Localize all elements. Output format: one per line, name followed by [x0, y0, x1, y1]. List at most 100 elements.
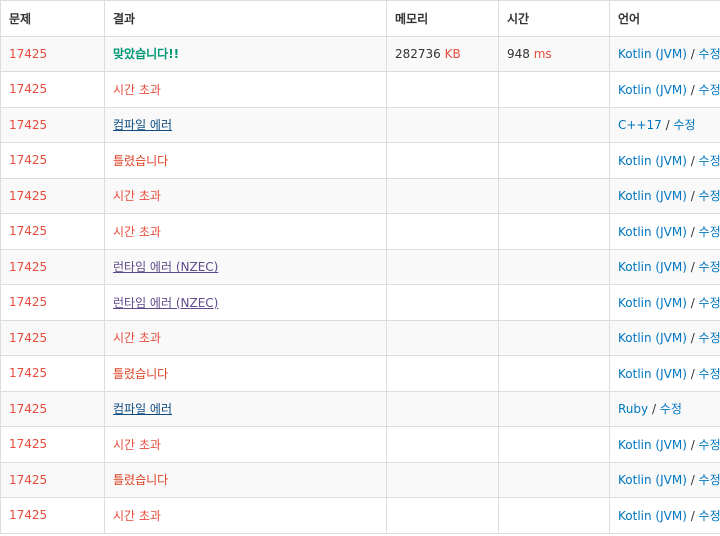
problem-link[interactable]: 17425: [9, 47, 47, 61]
memory-cell: [386, 497, 499, 534]
result-cell: 틀렸습니다: [104, 461, 387, 498]
language-cell: Kotlin (JVM) / 수정: [609, 213, 720, 250]
separator: /: [686, 260, 699, 275]
problem-cell: 17425: [0, 461, 105, 498]
language-cell: Kotlin (JVM) / 수정: [609, 319, 720, 356]
language-link[interactable]: Kotlin (JVM): [618, 225, 687, 239]
table-row: 17425 컴파일 에러 C++17 / 수정: [0, 106, 720, 143]
problem-cell: 17425: [0, 248, 105, 285]
problem-cell: 17425: [0, 319, 105, 356]
result-cell: 시간 초과: [104, 319, 387, 356]
header-language[interactable]: 언어: [609, 0, 720, 37]
problem-cell: 17425: [0, 142, 105, 179]
memory-cell: [386, 142, 499, 179]
header-problem[interactable]: 문제: [0, 0, 105, 37]
header-time[interactable]: 시간: [498, 0, 610, 37]
time-value: 948: [507, 46, 530, 61]
problem-cell: 17425: [0, 106, 105, 143]
table-row: 17425 맞았습니다!! 282736 KB 948 ms Kotlin (JVM) …: [0, 35, 720, 72]
edit-link[interactable]: 수정: [699, 438, 720, 452]
language-link[interactable]: Kotlin (JVM): [618, 509, 687, 523]
result-status[interactable]: 런타임 에러 (NZEC): [113, 296, 218, 310]
problem-link[interactable]: 17425: [9, 224, 47, 238]
language-link[interactable]: C++17: [618, 118, 662, 132]
edit-link[interactable]: 수정: [699, 225, 720, 239]
edit-link[interactable]: 수정: [699, 47, 720, 61]
language-link[interactable]: Kotlin (JVM): [618, 473, 687, 487]
edit-link[interactable]: 수정: [673, 118, 695, 132]
language-link[interactable]: Kotlin (JVM): [618, 83, 687, 97]
separator: /: [686, 153, 699, 168]
edit-link[interactable]: 수정: [699, 154, 720, 168]
memory-value: 282736: [395, 46, 441, 61]
memory-cell: [386, 177, 499, 214]
problem-link[interactable]: 17425: [9, 260, 47, 274]
problem-cell: 17425: [0, 35, 105, 72]
language-link[interactable]: Kotlin (JVM): [618, 296, 687, 310]
edit-link[interactable]: 수정: [699, 473, 720, 487]
problem-link[interactable]: 17425: [9, 295, 47, 309]
edit-link[interactable]: 수정: [699, 83, 720, 97]
memory-cell: 282736 KB: [386, 35, 499, 72]
table-row: 17425 런타임 에러 (NZEC) Kotlin (JVM) / 수정: [0, 248, 720, 285]
problem-cell: 17425: [0, 213, 105, 250]
language-link[interactable]: Kotlin (JVM): [618, 331, 687, 345]
time-cell: [498, 213, 610, 250]
time-cell: [498, 284, 610, 321]
language-link[interactable]: Kotlin (JVM): [618, 154, 687, 168]
header-memory[interactable]: 메모리: [386, 0, 499, 37]
language-link[interactable]: Kotlin (JVM): [618, 438, 687, 452]
submission-table: 문제 결과 메모리 시간 언어 17425 맞았습니다!! 282736 KB 948…: [0, 0, 720, 534]
result-status: 틀렸습니다: [113, 473, 169, 488]
result-cell: 시간 초과: [104, 71, 387, 108]
problem-link[interactable]: 17425: [9, 508, 47, 522]
memory-unit: KB: [444, 46, 461, 61]
result-status[interactable]: 런타임 에러 (NZEC): [113, 260, 218, 274]
language-cell: Kotlin (JVM) / 수정: [609, 71, 720, 108]
problem-link[interactable]: 17425: [9, 473, 47, 487]
memory-cell: [386, 355, 499, 392]
language-link[interactable]: Kotlin (JVM): [618, 189, 687, 203]
result-status: 시간 초과: [113, 189, 161, 204]
table-row: 17425 틀렸습니다 Kotlin (JVM) / 수정: [0, 461, 720, 498]
edit-link[interactable]: 수정: [699, 260, 720, 274]
problem-cell: 17425: [0, 426, 105, 463]
edit-link[interactable]: 수정: [660, 402, 682, 416]
problem-link[interactable]: 17425: [9, 402, 47, 416]
problem-link[interactable]: 17425: [9, 82, 47, 96]
memory-cell: [386, 319, 499, 356]
problem-link[interactable]: 17425: [9, 437, 47, 451]
problem-link[interactable]: 17425: [9, 331, 47, 345]
edit-link[interactable]: 수정: [699, 331, 720, 345]
result-status: 틀렸습니다: [113, 366, 169, 381]
problem-link[interactable]: 17425: [9, 189, 47, 203]
table-row: 17425 틀렸습니다 Kotlin (JVM) / 수정: [0, 355, 720, 392]
result-cell: 컴파일 에러: [104, 106, 387, 143]
separator: /: [686, 331, 699, 346]
memory-cell: [386, 390, 499, 427]
edit-link[interactable]: 수정: [699, 189, 720, 203]
language-cell: Kotlin (JVM) / 수정: [609, 177, 720, 214]
header-result[interactable]: 결과: [104, 0, 387, 37]
language-link[interactable]: Kotlin (JVM): [618, 47, 687, 61]
result-cell: 맞았습니다!!: [104, 35, 387, 72]
table-row: 17425 시간 초과 Kotlin (JVM) / 수정: [0, 71, 720, 108]
result-status[interactable]: 컴파일 에러: [113, 402, 172, 416]
language-link[interactable]: Kotlin (JVM): [618, 260, 687, 274]
problem-link[interactable]: 17425: [9, 153, 47, 167]
separator: /: [686, 47, 699, 62]
language-link[interactable]: Kotlin (JVM): [618, 367, 687, 381]
problem-link[interactable]: 17425: [9, 366, 47, 380]
memory-cell: [386, 213, 499, 250]
result-status[interactable]: 컴파일 에러: [113, 118, 172, 132]
separator: /: [686, 473, 699, 488]
edit-link[interactable]: 수정: [699, 296, 720, 310]
edit-link[interactable]: 수정: [699, 509, 720, 523]
time-cell: [498, 497, 610, 534]
edit-link[interactable]: 수정: [699, 367, 720, 381]
problem-link[interactable]: 17425: [9, 118, 47, 132]
result-cell: 시간 초과: [104, 177, 387, 214]
language-link[interactable]: Ruby: [618, 402, 648, 416]
memory-cell: [386, 426, 499, 463]
separator: /: [686, 224, 699, 239]
